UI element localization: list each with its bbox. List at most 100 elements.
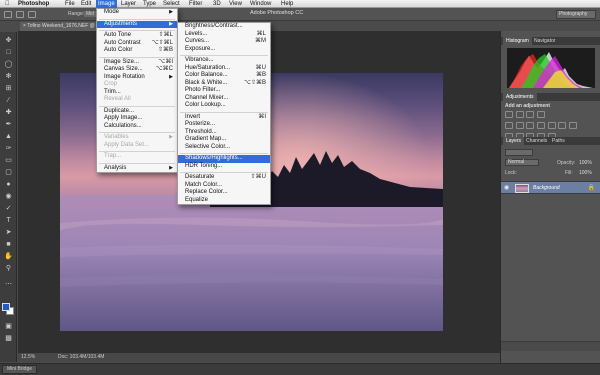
zoom-tool-icon[interactable]: ⚲: [3, 264, 14, 273]
image-menu-item-auto-tone[interactable]: Auto Tone ⇧⌘L: [97, 32, 177, 40]
menu-image[interactable]: Image: [96, 0, 117, 8]
adjustments-item-threshold[interactable]: Threshold...: [178, 129, 270, 137]
menu-layer[interactable]: Layer: [121, 0, 136, 8]
levels-icon[interactable]: [515, 111, 524, 118]
adjustments-item-desaturate[interactable]: Desaturate ⇧⌘U: [178, 174, 270, 182]
pen-tool-icon[interactable]: ✓: [3, 204, 14, 213]
image-menu-item-calculations[interactable]: Calculations...: [97, 123, 177, 131]
layer-row[interactable]: ◉ Background 🔒: [501, 181, 600, 194]
color-lookup-icon[interactable]: [569, 122, 578, 129]
quick-mask-icon[interactable]: ▣: [3, 322, 14, 331]
move-tool-icon[interactable]: ✥: [3, 36, 14, 45]
menu-view[interactable]: View: [229, 0, 242, 8]
gradient-tool-icon[interactable]: ▢: [3, 168, 14, 177]
adjustments-item-vibrance[interactable]: Vibrance...: [178, 57, 270, 65]
adjustments-item-hdr-toning[interactable]: HDR Toning...: [178, 163, 270, 171]
brightness-contrast-icon[interactable]: [505, 111, 513, 118]
fill-value[interactable]: 100%: [579, 170, 592, 176]
lasso-tool-icon[interactable]: ◯: [3, 60, 14, 69]
dodge-tool-icon[interactable]: ◉: [3, 192, 14, 201]
more-tools-icon[interactable]: ⋯: [3, 280, 14, 289]
color-balance-icon[interactable]: [526, 122, 535, 129]
adjustments-item-exposure[interactable]: Exposure...: [178, 46, 270, 54]
eraser-tool-icon[interactable]: ▭: [3, 156, 14, 165]
adjustments-item-replace-color[interactable]: Replace Color...: [178, 189, 270, 197]
adjustments-item-black-white[interactable]: Black & White... ⌥⇧⌘B: [178, 80, 270, 88]
brush-size-icon[interactable]: [28, 11, 36, 18]
opacity-value[interactable]: 100%: [579, 160, 592, 166]
image-menu-item-image-rotation[interactable]: Image Rotation ▶: [97, 74, 177, 82]
tab-channels[interactable]: Channels: [523, 137, 550, 145]
channel-mixer-icon[interactable]: [558, 122, 567, 129]
tool-preset-icon[interactable]: [4, 11, 12, 18]
adjustments-item-gradient-map[interactable]: Gradient Map...: [178, 136, 270, 144]
adjustments-item-color-lookup[interactable]: Color Lookup...: [178, 102, 270, 110]
type-tool-icon[interactable]: T: [3, 216, 14, 225]
menu-edit[interactable]: Edit: [81, 0, 91, 8]
menu-window[interactable]: Window: [250, 0, 271, 8]
workspace-switcher[interactable]: Photography: [556, 10, 596, 19]
hue-saturation-icon[interactable]: [515, 122, 524, 129]
tab-layers[interactable]: Layers: [503, 137, 525, 145]
image-menu-item-trim[interactable]: Trim...: [97, 89, 177, 97]
adjustments-item-color-balance[interactable]: Color Balance... ⌘B: [178, 72, 270, 80]
adjustments-item-posterize[interactable]: Posterize...: [178, 121, 270, 129]
quick-select-tool-icon[interactable]: ✻: [3, 72, 14, 81]
adjustments-item-hue-saturation[interactable]: Hue/Saturation... ⌘U: [178, 65, 270, 73]
brush-icon[interactable]: [16, 11, 24, 18]
visibility-eye-icon[interactable]: ◉: [504, 184, 509, 191]
blend-mode-select[interactable]: Normal: [505, 159, 539, 166]
mini-bridge-tab[interactable]: Mini Bridge: [2, 365, 38, 374]
adjustments-item-equalize[interactable]: Equalize: [178, 197, 270, 205]
path-selection-tool-icon[interactable]: ➤: [3, 228, 14, 237]
adjustments-item-match-color[interactable]: Match Color...: [178, 182, 270, 190]
image-menu-item-image-size[interactable]: Image Size... ⌥⌘I: [97, 59, 177, 67]
shape-tool-icon[interactable]: ■: [3, 240, 14, 249]
apple-icon[interactable]: : [5, 0, 10, 8]
adjustments-item-levels[interactable]: Levels... ⌘L: [178, 31, 270, 39]
history-brush-tool-icon[interactable]: ✑: [3, 144, 14, 153]
menu-type[interactable]: Type: [143, 0, 156, 8]
menu-select[interactable]: Select: [163, 0, 180, 8]
menu-filter[interactable]: Filter: [189, 0, 202, 8]
marquee-tool-icon[interactable]: □: [3, 48, 14, 57]
adjustments-item-shadows-highlights[interactable]: Shadows/Highlights...: [178, 155, 270, 163]
menu-app-name[interactable]: Photoshop: [18, 0, 49, 8]
blur-tool-icon[interactable]: ●: [3, 180, 14, 189]
image-menu-item-auto-color[interactable]: Auto Color ⇧⌘B: [97, 47, 177, 55]
layer-filter-kind[interactable]: [505, 149, 533, 156]
image-menu-item-analysis[interactable]: Analysis ▶: [97, 165, 177, 173]
tab-histogram[interactable]: Histogram: [503, 37, 532, 45]
tab-paths[interactable]: Paths: [549, 137, 568, 145]
image-menu-item-mode[interactable]: Mode ▶: [97, 9, 177, 17]
adjustments-item-selective-color[interactable]: Selective Color...: [178, 144, 270, 152]
menu-file[interactable]: File: [65, 0, 75, 8]
exposure-icon[interactable]: [537, 111, 546, 118]
range-select[interactable]: Mid: [84, 11, 97, 17]
crop-tool-icon[interactable]: ⊞: [3, 84, 14, 93]
photo-filter-icon[interactable]: [547, 122, 556, 129]
image-menu-item-duplicate[interactable]: Duplicate...: [97, 108, 177, 116]
layer-name[interactable]: Background: [533, 185, 560, 191]
brush-tool-icon[interactable]: ✒: [3, 120, 14, 129]
adjustments-item-invert[interactable]: Invert ⌘I: [178, 114, 270, 122]
screen-mode-icon[interactable]: ▩: [3, 334, 14, 343]
menu-help[interactable]: Help: [281, 0, 293, 8]
image-menu-item-auto-contrast[interactable]: Auto Contrast ⌥⇧⌘L: [97, 40, 177, 48]
adjustments-item-curves[interactable]: Curves... ⌘M: [178, 38, 270, 46]
image-menu-item-apply-image[interactable]: Apply Image...: [97, 115, 177, 123]
tab-navigator[interactable]: Navigator: [531, 37, 558, 45]
foreground-color-swatch[interactable]: [2, 303, 10, 311]
zoom-level[interactable]: 12.5%: [21, 353, 35, 362]
black-white-icon[interactable]: [537, 122, 546, 129]
curves-icon[interactable]: [526, 111, 535, 118]
clone-stamp-tool-icon[interactable]: ▲: [3, 132, 14, 141]
menu-3d[interactable]: 3D: [213, 0, 221, 8]
adjustments-item-photo-filter[interactable]: Photo Filter...: [178, 87, 270, 95]
adjustments-item-channel-mixer[interactable]: Channel Mixer...: [178, 95, 270, 103]
doc-size[interactable]: Doc: 103.4M/103.4M: [58, 353, 104, 362]
tab-adjustments[interactable]: Adjustments: [503, 93, 537, 101]
eyedropper-tool-icon[interactable]: ⁄: [3, 96, 14, 105]
vibrance-icon[interactable]: [505, 122, 513, 129]
image-menu-item-canvas-size[interactable]: Canvas Size... ⌥⌘C: [97, 66, 177, 74]
